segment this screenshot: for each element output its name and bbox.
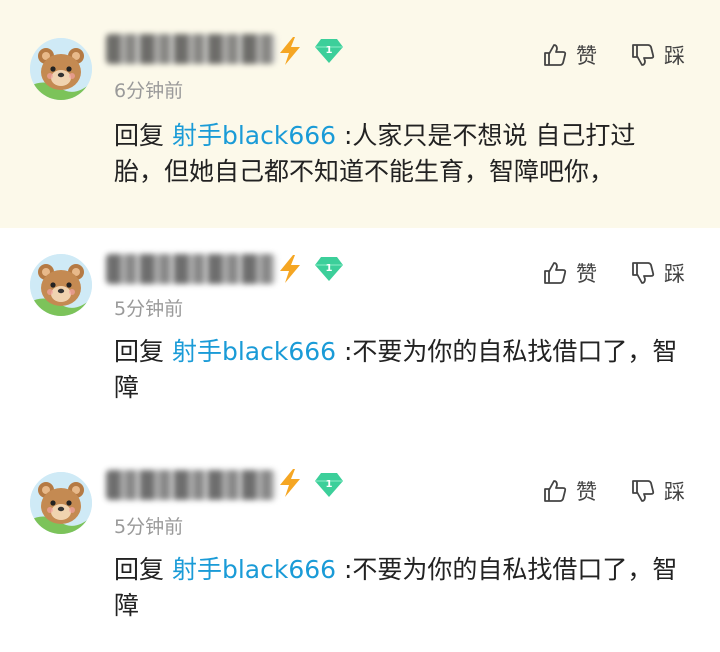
thumbs-up-icon xyxy=(544,44,567,66)
level-number: 1 xyxy=(326,263,333,274)
level-number: 1 xyxy=(326,45,333,56)
username-blurred[interactable] xyxy=(106,252,276,286)
dislike-label: 踩 xyxy=(664,44,685,68)
comment-body: 回复 射手black666 :人家只是不想说 自己打过胎，但她自己都不知道不能生… xyxy=(114,118,684,190)
mention-link[interactable]: 射手black666 xyxy=(172,555,336,584)
bear-avatar-icon xyxy=(30,38,92,100)
green-diamond-icon: 1 xyxy=(315,39,343,63)
like-label: 赞 xyxy=(576,480,597,504)
green-diamond-icon: 1 xyxy=(315,473,343,497)
comment-item: 1 5分钟前 回复 射手black666 :不要为你的自私找借口了，智障 赞 踩 xyxy=(0,228,720,446)
thumbs-up-icon xyxy=(544,262,567,284)
bear-avatar-icon xyxy=(30,254,92,316)
level-badge: 1 xyxy=(314,38,344,64)
comment-body: 回复 射手black666 :不要为你的自私找借口了，智障 xyxy=(114,552,684,624)
comment-time: 6分钟前 xyxy=(114,80,184,102)
thumbs-down-icon xyxy=(632,44,655,66)
comment-body: 回复 射手black666 :不要为你的自私找借口了，智障 xyxy=(114,334,684,406)
lightning-bolt-icon xyxy=(280,469,300,497)
comment-time: 5分钟前 xyxy=(114,298,184,320)
username-blurred[interactable] xyxy=(106,32,276,66)
user-avatar[interactable] xyxy=(30,38,92,100)
green-diamond-icon: 1 xyxy=(315,257,343,281)
mention-link[interactable]: 射手black666 xyxy=(172,121,336,150)
like-label: 赞 xyxy=(576,44,597,68)
reply-prefix: 回复 xyxy=(114,555,165,584)
dislike-label: 踩 xyxy=(664,480,685,504)
user-avatar[interactable] xyxy=(30,472,92,534)
thumbs-down-icon xyxy=(632,262,655,284)
level-number: 1 xyxy=(326,479,333,490)
comment-time: 5分钟前 xyxy=(114,516,184,538)
thumbs-down-icon xyxy=(632,480,655,502)
like-label: 赞 xyxy=(576,262,597,286)
mention-link[interactable]: 射手black666 xyxy=(172,337,336,366)
reply-prefix: 回复 xyxy=(114,121,165,150)
like-button[interactable]: 赞 xyxy=(542,476,597,506)
dislike-button[interactable]: 踩 xyxy=(630,40,685,70)
reply-prefix: 回复 xyxy=(114,337,165,366)
like-button[interactable]: 赞 xyxy=(542,40,597,70)
user-avatar[interactable] xyxy=(30,254,92,316)
dislike-button[interactable]: 踩 xyxy=(630,258,685,288)
username-blurred[interactable] xyxy=(106,468,276,502)
comment-item: 1 6分钟前 回复 射手black666 :人家只是不想说 自己打过胎，但她自己… xyxy=(0,0,720,228)
level-badge: 1 xyxy=(314,256,344,282)
dislike-button[interactable]: 踩 xyxy=(630,476,685,506)
like-button[interactable]: 赞 xyxy=(542,258,597,288)
lightning-bolt-icon xyxy=(280,37,300,65)
bear-avatar-icon xyxy=(30,472,92,534)
thumbs-up-icon xyxy=(544,480,567,502)
dislike-label: 踩 xyxy=(664,262,685,286)
level-badge: 1 xyxy=(314,472,344,498)
comment-item: 1 5分钟前 回复 射手black666 :不要为你的自私找借口了，智障 赞 踩 xyxy=(0,446,720,652)
lightning-bolt-icon xyxy=(280,255,300,283)
